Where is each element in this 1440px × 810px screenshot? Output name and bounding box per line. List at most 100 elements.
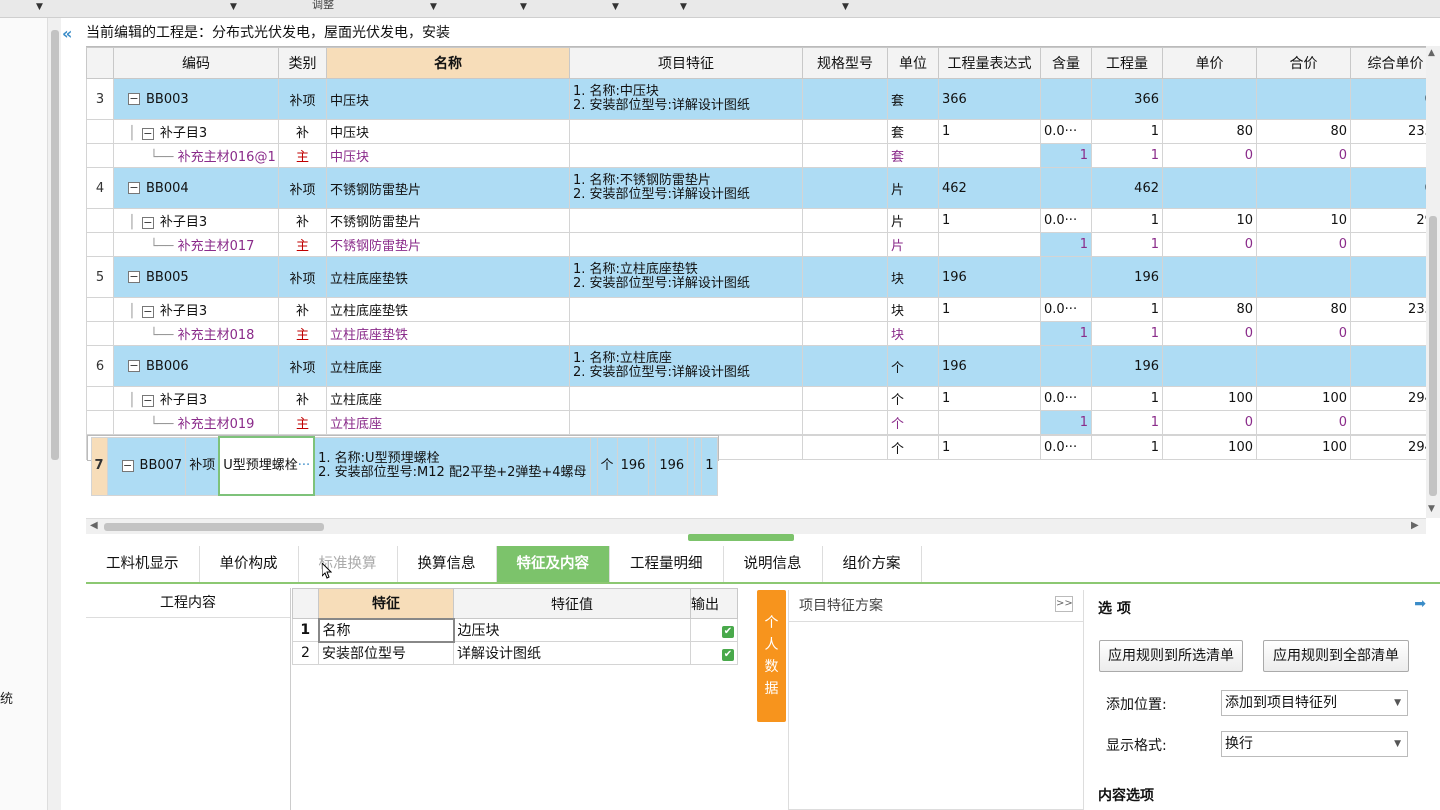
unit-cell[interactable]: 个 [887, 435, 939, 460]
expr-cell[interactable]: 462 [938, 167, 1041, 209]
type-cell[interactable]: 补项 [185, 436, 220, 496]
qty-cell[interactable]: 1 [1091, 321, 1163, 346]
price-cell[interactable] [1162, 345, 1257, 387]
price-cell[interactable]: 100 [1162, 386, 1257, 411]
total-cell[interactable]: 0 [1256, 410, 1351, 435]
type-cell[interactable]: 补项 [278, 167, 327, 209]
sub-item-row[interactable]: │−补子目3补立柱底座个10.0···1100100294. [86, 386, 1426, 411]
type-cell[interactable]: 补 [278, 208, 327, 233]
feature-cell[interactable] [569, 143, 803, 168]
qty-cell[interactable]: 196 [1091, 345, 1163, 387]
type-cell[interactable]: 补 [278, 119, 327, 144]
name-cell[interactable]: 立柱底座垫铁 [326, 297, 570, 322]
code-cell[interactable]: └── 补充主材017 [113, 232, 279, 257]
code-cell[interactable]: │−补子目3 [113, 208, 279, 233]
spec-cell[interactable] [802, 321, 888, 346]
spec-cell[interactable] [589, 436, 598, 496]
expr-cell[interactable] [938, 232, 1041, 257]
price-cell[interactable]: 10 [1162, 208, 1257, 233]
code-cell[interactable]: − BB003 [113, 78, 279, 120]
toolbar-dropdown-icon[interactable]: ▼ [430, 2, 438, 12]
tab-unit-price[interactable]: 单价构成 [199, 546, 299, 582]
price-cell[interactable] [1162, 256, 1257, 298]
type-cell[interactable]: 主 [278, 321, 327, 346]
unit-cell[interactable]: 片 [887, 208, 939, 233]
spec-cell[interactable] [802, 345, 888, 387]
qty-cell[interactable]: 1 [1091, 208, 1163, 233]
name-cell[interactable]: 不锈钢防雷垫片 [326, 232, 570, 257]
expr-cell[interactable]: 1 [938, 119, 1041, 144]
expand-icon[interactable]: >> [1055, 596, 1073, 612]
qty-cell[interactable]: 1 [1091, 119, 1163, 144]
content-cell[interactable]: 0.0··· [1040, 119, 1092, 144]
bill-item-row[interactable]: 4− BB004 补项 不锈钢防雷垫片 1. 名称:不锈钢防雷垫片 2. 安装部位型号:详… [86, 167, 1426, 209]
code-cell[interactable]: │−补子目3 [113, 297, 279, 322]
expr-cell[interactable] [938, 410, 1041, 435]
tree-collapse-icon[interactable]: − [128, 93, 140, 105]
feature-cell[interactable] [569, 410, 803, 435]
unit-total-cell[interactable]: 1 [1350, 345, 1426, 387]
type-cell[interactable]: 补项 [278, 345, 327, 387]
price-cell[interactable] [687, 436, 696, 496]
col-header-content[interactable]: 含量 [1040, 47, 1092, 79]
total-cell[interactable]: 10 [1256, 208, 1351, 233]
price-cell[interactable] [1162, 78, 1257, 120]
spec-cell[interactable] [802, 256, 888, 298]
code-cell[interactable]: − BB006 [113, 345, 279, 387]
total-cell[interactable] [1256, 256, 1351, 298]
price-cell[interactable]: 0 [1162, 321, 1257, 346]
scroll-up-icon[interactable]: ▲ [1428, 48, 1435, 58]
display-format-select[interactable]: 换行 ▼ [1221, 731, 1408, 757]
qty-cell[interactable]: 1 [1091, 435, 1163, 460]
content-cell[interactable] [1040, 256, 1092, 298]
unit-total-cell[interactable]: 294. [1350, 386, 1426, 411]
spec-cell[interactable] [802, 435, 888, 460]
spec-cell[interactable] [802, 232, 888, 257]
qty-cell[interactable]: 462 [1091, 167, 1163, 209]
unit-cell[interactable]: 个 [887, 345, 939, 387]
tab-notes[interactable]: 说明信息 [723, 546, 823, 582]
unit-cell[interactable]: 套 [887, 119, 939, 144]
spec-cell[interactable] [802, 297, 888, 322]
spec-cell[interactable] [802, 143, 888, 168]
name-cell[interactable]: 中压块 [326, 119, 570, 144]
content-cell[interactable]: 1 [1040, 143, 1092, 168]
qty-cell[interactable]: 1 [1091, 386, 1163, 411]
content-cell[interactable]: 1 [1040, 410, 1092, 435]
price-cell[interactable]: 100 [1162, 435, 1257, 460]
scroll-thumb[interactable] [1429, 216, 1437, 496]
unit-cell[interactable]: 个 [887, 386, 939, 411]
tab-features-content[interactable]: 特征及内容 [496, 546, 610, 582]
feature-value-cell[interactable]: 边压块 [453, 618, 691, 642]
arrow-right-icon[interactable]: ➡ [1414, 596, 1426, 612]
price-cell[interactable]: 0 [1162, 143, 1257, 168]
feature-output-cell[interactable]: ✔ [690, 618, 738, 642]
content-cell[interactable]: 0.0··· [1040, 297, 1092, 322]
code-cell[interactable]: └── 补充主材016@1 [113, 143, 279, 168]
feature-value-cell[interactable]: 详解设计图纸 [453, 641, 691, 665]
qty-cell[interactable]: 1 [1091, 232, 1163, 257]
code-cell[interactable]: └── 补充主材019 [113, 410, 279, 435]
tree-collapse-icon[interactable]: − [128, 182, 140, 194]
content-cell[interactable] [1040, 345, 1092, 387]
feature-name-cell[interactable]: 安装部位型号 [318, 641, 454, 665]
price-cell[interactable]: 0 [1162, 232, 1257, 257]
price-cell[interactable]: 0 [1162, 410, 1257, 435]
scroll-down-icon[interactable]: ▼ [1428, 504, 1435, 514]
unit-total-cell[interactable]: 235. [1350, 119, 1426, 144]
name-cell[interactable]: 立柱底座 [326, 345, 570, 387]
feature-cell[interactable] [569, 232, 803, 257]
toolbar-dropdown-icon[interactable]: ▼ [612, 2, 620, 12]
toolbar-dropdown-icon[interactable]: ▼ [230, 2, 238, 12]
material-row[interactable]: └── 补充主材018 主立柱底座垫铁块 1 1 0 0 [86, 321, 1426, 346]
col-header-total[interactable]: 合价 [1256, 47, 1351, 79]
total-cell[interactable]: 100 [1256, 386, 1351, 411]
bill-item-row[interactable]: 5− BB005 补项 立柱底座垫铁 1. 名称:立柱底座垫铁 2. 安装部位型号:详解设… [86, 256, 1426, 298]
total-cell[interactable] [694, 436, 703, 496]
feature-cell[interactable] [569, 386, 803, 411]
spec-cell[interactable] [802, 208, 888, 233]
expr-cell[interactable]: 1 [938, 435, 1041, 460]
tree-collapse-icon[interactable]: − [141, 394, 154, 407]
feature-name-cell[interactable]: 名称 [317, 617, 455, 643]
grid-vertical-scrollbar[interactable]: ▲ ▼ [1426, 46, 1440, 518]
